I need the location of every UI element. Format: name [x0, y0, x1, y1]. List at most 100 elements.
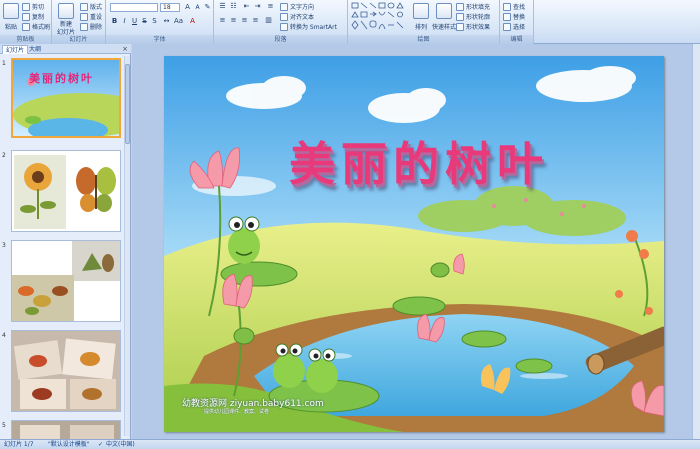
- editing-group: 查找 替换 选择 编辑: [500, 0, 534, 44]
- effects-icon: [456, 22, 464, 31]
- cut-label: 剪切: [32, 4, 45, 11]
- indent-increase-icon[interactable]: ⇥: [253, 2, 262, 11]
- shape-fill-button[interactable]: 形状填充: [456, 2, 490, 11]
- shapes-gallery[interactable]: [351, 2, 411, 32]
- justify-icon[interactable]: ≡: [251, 16, 260, 25]
- close-panel-icon[interactable]: ×: [122, 45, 128, 54]
- new-slide-icon: [58, 3, 74, 19]
- brush-icon: [22, 22, 30, 31]
- shape-effects-button[interactable]: 形状效果: [456, 22, 490, 31]
- arrange-button[interactable]: 排列: [413, 3, 429, 31]
- cursor-icon: [503, 22, 511, 31]
- reset-button[interactable]: 重设: [80, 12, 102, 21]
- copy-button[interactable]: 复制: [22, 12, 44, 21]
- shrink-font-button[interactable]: A: [193, 3, 202, 12]
- arrange-label: 排列: [414, 24, 427, 31]
- layout-icon: [80, 2, 88, 11]
- layout-button[interactable]: 版式: [80, 2, 102, 11]
- align-left-icon[interactable]: ≡: [218, 16, 227, 25]
- ribbon: 粘贴 剪切 复制 格式刷 剪贴板 新建 幻灯片 版式 重设 删除 幻灯片 18 …: [0, 0, 700, 44]
- italic-button[interactable]: I: [120, 17, 129, 26]
- text-direction-button[interactable]: 文字方向: [280, 2, 314, 11]
- align-right-icon[interactable]: ≡: [240, 16, 249, 25]
- layout-label: 版式: [90, 4, 103, 11]
- slide-number: 3: [2, 242, 6, 249]
- bullets-icon[interactable]: ☰: [218, 2, 227, 11]
- slide-title[interactable]: 美丽的树叶: [254, 134, 584, 194]
- numbering-icon[interactable]: ☷: [229, 2, 238, 11]
- watermark-subtext: 提供幼儿园课件、教案、试卷: [204, 409, 270, 415]
- indent-decrease-icon[interactable]: ⇤: [242, 2, 251, 11]
- columns-icon[interactable]: ▥: [264, 16, 273, 25]
- format-painter-button[interactable]: 格式刷: [22, 22, 50, 31]
- font-name-combo[interactable]: [110, 3, 158, 12]
- font-size-combo[interactable]: 18: [160, 3, 180, 12]
- delete-icon: [80, 22, 88, 31]
- slide-thumbnail-5[interactable]: [11, 420, 121, 439]
- tab-outline[interactable]: 大纲: [26, 45, 44, 54]
- shape-outline-button[interactable]: 形状轮廓: [456, 12, 490, 21]
- quick-styles-button[interactable]: 快速样式: [432, 3, 456, 31]
- cut-button[interactable]: 剪切: [22, 2, 44, 11]
- grow-font-button[interactable]: A: [183, 3, 192, 12]
- drawing-group: 排列 快速样式 形状填充 形状轮廓 形状效果 绘图: [348, 0, 500, 44]
- shape-effects-label: 形状效果: [466, 24, 491, 31]
- replace-button[interactable]: 替换: [503, 12, 525, 21]
- paste-icon: [3, 3, 19, 19]
- underline-button[interactable]: U: [130, 17, 139, 26]
- slide-thumbnail-3-preview: [12, 241, 120, 321]
- font-group-label: 字体: [106, 35, 213, 44]
- paragraph-group: ☰ ☷ ⇤ ⇥ ≡ ≡ ≡ ≡ ≡ ▥ 文字方向 对齐文本 转换为 SmartA…: [214, 0, 348, 44]
- paste-button[interactable]: 粘贴: [3, 3, 19, 31]
- delete-slide-button[interactable]: 删除: [80, 22, 102, 31]
- tab-slides[interactable]: 幻灯片: [2, 45, 29, 54]
- select-label: 选择: [513, 24, 526, 31]
- editor-vertical-scrollbar[interactable]: [692, 44, 700, 439]
- scissors-icon: [22, 2, 30, 11]
- change-case-button[interactable]: Aa: [174, 17, 183, 26]
- shadow-button[interactable]: S: [150, 17, 159, 26]
- slide-thumbnail-1[interactable]: 美丽的树叶: [11, 58, 121, 138]
- char-spacing-button[interactable]: ↔: [162, 17, 171, 26]
- quick-styles-icon: [436, 3, 452, 19]
- slide-thumbnail-1-title: 美丽的树叶: [29, 72, 94, 85]
- font-color-button[interactable]: A: [188, 17, 197, 26]
- slide-number: 5: [2, 422, 6, 429]
- reset-label: 重设: [90, 14, 103, 21]
- slide-thumbnail-2[interactable]: [11, 150, 121, 232]
- select-button[interactable]: 选择: [503, 22, 525, 31]
- text-direction-icon: [280, 2, 288, 11]
- paragraph-group-label: 段落: [214, 35, 347, 44]
- shape-fill-label: 形状填充: [466, 4, 491, 11]
- slide-thumbnail-3[interactable]: [11, 240, 121, 322]
- align-text-button[interactable]: 对齐文本: [280, 12, 314, 21]
- drawing-group-label: 绘图: [348, 35, 499, 44]
- slide-background-art: [164, 56, 664, 432]
- slide-number: 1: [2, 60, 6, 67]
- align-center-icon[interactable]: ≡: [229, 16, 238, 25]
- copy-label: 复制: [32, 14, 45, 21]
- slide-editor: 美丽的树叶 幼教资源网 ziyuan.baby611.com 提供幼儿园课件、教…: [132, 44, 700, 439]
- slide-thumbnail-5-preview: [12, 421, 120, 439]
- slide-thumbnail-panel: 幻灯片 大纲 × 1 美丽的树叶 2 3 4 5: [0, 44, 131, 439]
- find-button[interactable]: 查找: [503, 2, 525, 11]
- font-group: 18 A A ✎ B I U S S ↔ Aa A 字体: [106, 0, 214, 44]
- thumbnail-scrollbar[interactable]: [124, 56, 130, 436]
- scrollbar-thumb[interactable]: [125, 64, 130, 144]
- slide-thumbnail-2-preview: [12, 151, 120, 231]
- language-status: 中文(中国): [106, 441, 135, 448]
- line-spacing-icon[interactable]: ≡: [266, 2, 275, 11]
- replace-label: 替换: [513, 14, 526, 21]
- smartart-button[interactable]: 转换为 SmartArt: [280, 22, 337, 31]
- bold-button[interactable]: B: [110, 17, 119, 26]
- arrange-icon: [413, 3, 429, 19]
- new-slide-button[interactable]: 新建 幻灯片: [56, 3, 76, 36]
- clear-format-icon[interactable]: ✎: [203, 3, 212, 12]
- slide-thumbnail-4-preview: [12, 331, 120, 411]
- strikethrough-button[interactable]: S: [140, 17, 149, 26]
- slide-canvas[interactable]: 美丽的树叶 幼教资源网 ziyuan.baby611.com 提供幼儿园课件、教…: [164, 56, 664, 432]
- align-text-label: 对齐文本: [290, 14, 315, 21]
- new-slide-label: 新建: [59, 21, 72, 28]
- shape-outline-label: 形状轮廓: [466, 14, 491, 21]
- slide-thumbnail-4[interactable]: [11, 330, 121, 412]
